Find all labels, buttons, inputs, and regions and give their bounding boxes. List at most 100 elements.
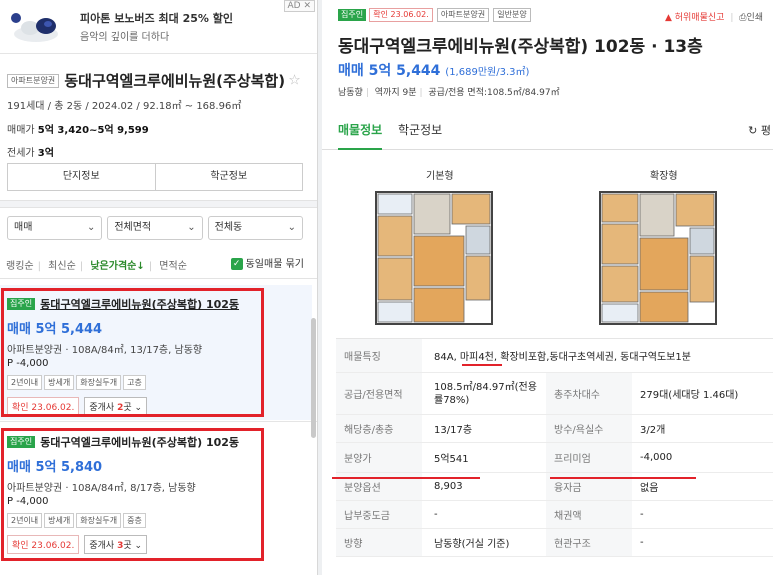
chevron-down-icon: ⌄ bbox=[86, 222, 96, 233]
group-same-listings-toggle[interactable]: ✓ 동일매물 묶기 bbox=[230, 255, 304, 270]
row-value: 108.5㎡/84.97㎡(전용률78%) bbox=[434, 381, 537, 406]
list-scrollbar[interactable] bbox=[311, 318, 316, 438]
school-info-button[interactable]: 학군정보 bbox=[155, 163, 303, 191]
print-button[interactable]: ⎙인쇄 bbox=[739, 13, 763, 23]
ad-close-badge[interactable]: AD ✕ bbox=[283, 0, 315, 12]
annotation-underline bbox=[462, 364, 502, 366]
jeonse-price: 전세가 3억 bbox=[7, 144, 309, 159]
row-label: 매물특징 bbox=[336, 339, 422, 372]
detail-panel: 집주인 확인 23.06.02. 아파트분양권 일반분양 ▲ 허위매물신고 | … bbox=[322, 0, 773, 575]
siren-icon: ▲ bbox=[664, 13, 675, 23]
floorplan-basic-label: 기본형 bbox=[426, 171, 454, 182]
detail-direction: 남동향 bbox=[338, 88, 363, 98]
row-label: 채권액 bbox=[546, 501, 632, 528]
jeonse-label: 전세가 bbox=[7, 148, 35, 159]
detail-price-value: 매매 5억 5,444 bbox=[338, 63, 441, 79]
row-label: 분양가 bbox=[336, 443, 422, 472]
floorplan-basic-image[interactable] bbox=[374, 182, 494, 332]
floorplan-extended-image[interactable] bbox=[598, 182, 718, 332]
sale-label: 매매가 bbox=[7, 125, 35, 136]
detail-actions: ▲ 허위매물신고 | ⎙인쇄 bbox=[664, 13, 763, 23]
listing-info-table: 매물특징 84A, 마피4천, 확장비포함,동대구초역세권, 동대구역도보1분 … bbox=[336, 338, 773, 557]
ad-title[interactable]: 피아톤 보노버즈 최대 25% 할인 bbox=[80, 10, 233, 26]
sale-type-tag: 일반분양 bbox=[493, 8, 531, 22]
section-divider bbox=[0, 200, 317, 208]
floorplan-extended-label: 확장형 bbox=[650, 171, 678, 182]
highlight-box bbox=[1, 428, 264, 561]
row-label: 프리미엄 bbox=[546, 443, 632, 472]
checkbox-checked-icon: ✓ bbox=[230, 258, 243, 270]
tab-listing-info[interactable]: 매물정보 bbox=[338, 121, 383, 150]
detail-meta: 남동향 | 역까지 9분 | 공급/전용 면적:108.5㎡/84.97㎡ bbox=[338, 88, 560, 98]
property-type-tag: 아파트분양권 bbox=[436, 8, 490, 22]
table-row: 납부중도금 - 채권액 - bbox=[336, 501, 773, 529]
list-divider bbox=[0, 421, 317, 427]
table-row: 매물특징 84A, 마피4천, 확장비포함,동대구초역세권, 동대구역도보1분 bbox=[336, 339, 773, 373]
sort-latest[interactable]: 최신순 bbox=[48, 261, 76, 272]
filter-bar: 매매 ⌄ 전체면적 ⌄ 전체동 ⌄ bbox=[7, 216, 303, 240]
refresh-button[interactable]: ↻ 평 bbox=[748, 122, 771, 138]
detail-station: 역까지 9분 bbox=[374, 88, 417, 98]
row-value: 84A, 마피4천, 확장비포함,동대구초역세권, 동대구역도보1분 bbox=[434, 352, 691, 363]
highlight-box bbox=[1, 288, 264, 417]
list-divider bbox=[0, 278, 317, 284]
row-value: 남동향(거실 기준) bbox=[434, 539, 510, 550]
area-select[interactable]: 전체면적 ⌄ bbox=[107, 216, 203, 240]
listing-panel: 피아톤 보노버즈 최대 25% 할인 음악의 깊이를 더하다 AD ✕ 아파트분… bbox=[0, 0, 318, 575]
group-label: 동일매물 묶기 bbox=[245, 259, 304, 270]
annotation-underline bbox=[550, 477, 696, 479]
row-label: 공급/전용면적 bbox=[336, 373, 422, 414]
sort-low-price[interactable]: 낮은가격순↓ bbox=[90, 261, 144, 272]
row-label: 해당층/총층 bbox=[336, 415, 422, 442]
row-label: 현관구조 bbox=[546, 529, 632, 556]
chevron-down-icon: ⌄ bbox=[287, 222, 296, 233]
earbuds-image bbox=[11, 13, 58, 42]
row-value: - bbox=[640, 509, 644, 520]
confirm-tag: 확인 23.06.02. bbox=[369, 8, 433, 22]
report-label: 허위매물신고 bbox=[674, 13, 725, 23]
table-row: 해당층/총층 13/17층 방수/욕실수 3/2개 bbox=[336, 415, 773, 443]
row-value: - bbox=[434, 509, 438, 520]
report-button[interactable]: ▲ 허위매물신고 bbox=[665, 13, 724, 23]
complex-summary: 아파트분양권 동대구역엘크루에비뉴원(주상복합) ☆ 191세대 / 총 2동 … bbox=[7, 70, 309, 159]
trade-type-select[interactable]: 매매 ⌄ bbox=[7, 216, 103, 240]
tab-school-info[interactable]: 학군정보 bbox=[398, 121, 442, 138]
row-value: 279대(세대당 1.46대) bbox=[640, 390, 739, 401]
ad-subtitle: 음악의 깊이를 더하다 bbox=[80, 32, 170, 43]
sale-price-range: 매매가 5억 3,420~5억 9,599 bbox=[7, 121, 309, 136]
jeonse-value: 3억 bbox=[37, 148, 54, 159]
sort-bar: 랭킹순 | 최신순 | 낮은가격순↓ | 면적순 ✓ 동일매물 묶기 bbox=[6, 257, 312, 272]
complex-buttons: 단지정보 학군정보 bbox=[7, 163, 303, 191]
favorite-star-icon[interactable]: ☆ bbox=[288, 73, 301, 89]
annotation-underline bbox=[332, 477, 480, 479]
chevron-down-icon: ⌄ bbox=[187, 222, 196, 233]
table-row: 공급/전용면적 108.5㎡/84.97㎡(전용률78%) 총주차대수 279대… bbox=[336, 373, 773, 415]
print-label: 인쇄 bbox=[746, 13, 763, 23]
detail-area: 공급/전용 면적:108.5㎡/84.97㎡ bbox=[428, 88, 560, 98]
row-value: - bbox=[640, 537, 644, 548]
detail-tabs: 매물정보 학군정보 ↻ 평 bbox=[322, 112, 773, 150]
table-row: 분양가 5억541 프리미엄 -4,000 bbox=[336, 443, 773, 473]
building-value: 전체동 bbox=[214, 222, 243, 233]
owner-tag: 집주인 bbox=[338, 9, 367, 21]
property-type-tag: 아파트분양권 bbox=[7, 73, 60, 88]
detail-title: 동대구역엘크루에비뉴원(주상복합) 102동 · 13층 bbox=[338, 37, 703, 57]
detail-price: 매매 5억 5,444 (1,689만원/3.3㎡) bbox=[338, 60, 529, 80]
table-row: 방향 남동향(거실 기준) 현관구조 - bbox=[336, 529, 773, 557]
row-label: 방수/욕실수 bbox=[546, 415, 632, 442]
row-value: 5억541 bbox=[434, 454, 469, 465]
complex-name[interactable]: 동대구역엘크루에비뉴원(주상복합) bbox=[64, 72, 285, 90]
sort-ranking[interactable]: 랭킹순 bbox=[6, 261, 34, 272]
building-select[interactable]: 전체동 ⌄ bbox=[207, 216, 303, 240]
row-label: 방향 bbox=[336, 529, 422, 556]
complex-meta: 191세대 / 총 2동 / 2024.02 / 92.18㎡ ~ 168.96… bbox=[7, 101, 242, 112]
detail-price-per: (1,689만원/3.3㎡) bbox=[445, 67, 530, 78]
row-value: -4,000 bbox=[640, 452, 673, 463]
ad-banner[interactable]: 피아톤 보노버즈 최대 25% 할인 음악의 깊이를 더하다 AD ✕ bbox=[0, 0, 317, 54]
row-value: 3/2개 bbox=[640, 425, 666, 436]
sale-value: 5억 3,420~5억 9,599 bbox=[37, 125, 149, 136]
row-label: 납부중도금 bbox=[336, 501, 422, 528]
sort-area[interactable]: 면적순 bbox=[159, 261, 187, 272]
complex-info-button[interactable]: 단지정보 bbox=[7, 163, 156, 191]
area-value: 전체면적 bbox=[114, 222, 152, 233]
